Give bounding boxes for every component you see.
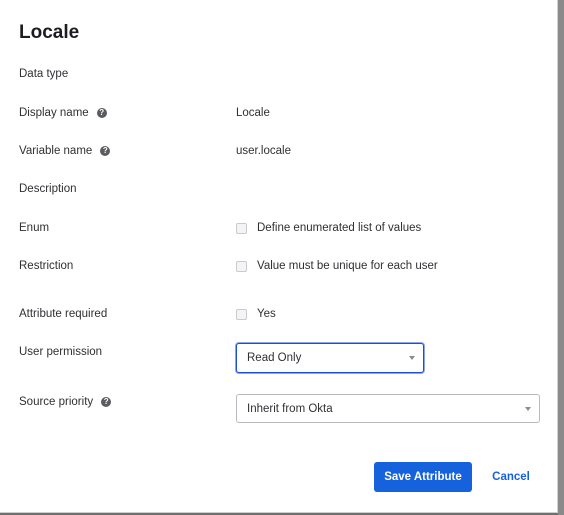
source-priority-selected-value: Inherit from Okta: [247, 402, 333, 415]
enum-checkbox[interactable]: [236, 222, 247, 234]
data-type-label: Data type: [19, 68, 68, 80]
description-label-text: Description: [19, 183, 77, 195]
user-permission-label: User permission: [19, 346, 102, 358]
restriction-checkbox[interactable]: [236, 260, 247, 272]
variable-name-value: user.locale: [236, 145, 291, 157]
restriction-checkbox-label[interactable]: Value must be unique for each user: [257, 260, 438, 272]
restriction-label-text: Restriction: [19, 260, 74, 272]
source-priority-label: Source priority ?: [19, 396, 112, 408]
save-attribute-button[interactable]: Save Attribute: [374, 462, 472, 492]
help-icon[interactable]: ?: [101, 397, 112, 407]
enum-label: Enum: [19, 222, 49, 234]
user-permission-selected-value: Read Only: [247, 352, 302, 364]
description-label: Description: [19, 183, 77, 195]
display-name-value: Locale: [236, 107, 270, 119]
edit-attribute-dialog: Locale Data type Display name ? Locale V…: [0, 0, 558, 513]
chevron-down-icon: [525, 406, 531, 411]
enum-label-text: Enum: [19, 222, 50, 234]
source-priority-select[interactable]: Inherit from Okta: [236, 394, 540, 423]
user-permission-select[interactable]: Read Only: [236, 343, 424, 373]
data-type-label-text: Data type: [19, 68, 69, 80]
attribute-required-checkbox-row[interactable]: Yes: [236, 308, 276, 320]
source-priority-label-text: Source priority: [19, 396, 94, 408]
help-icon[interactable]: ?: [100, 146, 111, 156]
display-name-label: Display name ?: [19, 107, 107, 119]
help-icon[interactable]: ?: [96, 108, 107, 118]
attribute-required-checkbox-label[interactable]: Yes: [257, 308, 276, 320]
cancel-button[interactable]: Cancel: [486, 462, 536, 492]
modal-backdrop: [558, 0, 564, 515]
restriction-checkbox-row[interactable]: Value must be unique for each user: [236, 260, 438, 272]
enum-checkbox-row[interactable]: Define enumerated list of values: [236, 222, 421, 234]
user-permission-label-text: User permission: [19, 346, 103, 358]
variable-name-label: Variable name ?: [19, 145, 111, 157]
enum-checkbox-label[interactable]: Define enumerated list of values: [257, 222, 421, 234]
attribute-required-label: Attribute required: [19, 308, 107, 320]
display-name-label-text: Display name: [19, 107, 89, 119]
variable-name-label-text: Variable name: [19, 145, 93, 157]
dialog-title: Locale: [19, 22, 80, 43]
attribute-required-label-text: Attribute required: [19, 308, 108, 320]
attribute-required-checkbox[interactable]: [236, 308, 247, 320]
chevron-down-icon: [409, 356, 415, 360]
restriction-label: Restriction: [19, 260, 73, 272]
